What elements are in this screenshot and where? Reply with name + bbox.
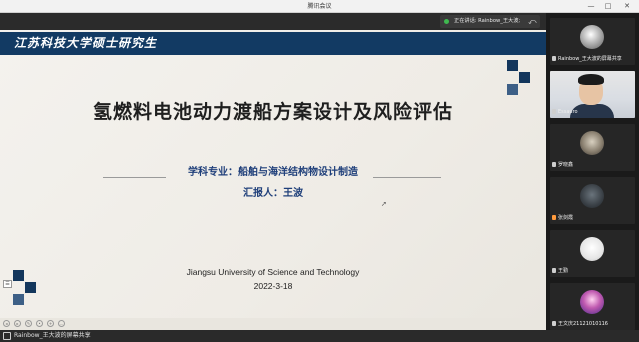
participant-name-text: Rainbow_王大波的屏幕共享 <box>558 56 622 62</box>
avatar <box>580 237 604 261</box>
decor-square <box>13 294 24 305</box>
decor-square <box>507 84 518 95</box>
participant-tile[interactable]: Essauro <box>550 71 635 118</box>
title-bar: 腾讯会议 — □ ✕ <box>0 0 639 13</box>
mic-muted-icon <box>552 215 556 220</box>
close-button[interactable]: ✕ <box>620 0 634 13</box>
pointer-icon[interactable]: • <box>36 320 43 327</box>
participant-name: 罗晓鑫 <box>552 161 573 169</box>
participant-name-text: 王文庆21121010116 <box>558 321 608 327</box>
mic-icon <box>552 56 556 61</box>
speaking-indicator: 正在讲话: Rainbow_王大波; <box>440 15 540 28</box>
share-status-bar: 正在讲话: Rainbow_王大波; ⤺ <box>0 13 546 30</box>
slide-university: Jiangsu University of Science and Techno… <box>186 267 360 277</box>
participant-name-text: 罗晓鑫 <box>558 162 574 168</box>
participant-name: 王勤 <box>552 267 568 275</box>
mic-icon <box>552 109 556 114</box>
participant-tile[interactable]: 王文庆21121010116 <box>550 283 635 330</box>
participant-name: Essauro <box>552 108 578 116</box>
avatar <box>580 25 604 49</box>
shared-slide: 江苏科技大学硕士研究生 氢燃料电池动力渡船方案设计及风险评估 学科专业：船舶与海… <box>0 30 546 318</box>
back-arrow-icon[interactable]: ⤺ <box>528 16 537 27</box>
slide-reporter: 汇报人：王波 <box>243 188 303 199</box>
slide-date: 2022-3-18 <box>253 281 293 291</box>
participant-name: Rainbow_王大波的屏幕共享 <box>552 55 622 63</box>
decor-square <box>25 282 36 293</box>
presenter-toolbar: ◂ ▸ ✎ • + … <box>0 318 546 330</box>
video-person-hair <box>578 74 604 85</box>
prev-slide-icon[interactable]: ◂ <box>3 320 10 327</box>
participant-tile[interactable]: Rainbow_王大波的屏幕共享 <box>550 18 635 65</box>
avatar <box>580 131 604 155</box>
participant-tile[interactable]: 张剑霞 <box>550 177 635 224</box>
slide-title: 氢燃料电池动力渡船方案设计及风险评估 <box>92 101 453 123</box>
participant-name: 张剑霞 <box>552 214 573 222</box>
more-icon[interactable]: … <box>58 320 65 327</box>
participant-tile[interactable]: 罗晓鑫 <box>550 124 635 171</box>
speaking-text: 正在讲话: Rainbow_王大波; <box>454 18 521 24</box>
participant-name-text: 张剑霞 <box>558 215 574 221</box>
decor-square <box>519 72 530 83</box>
decor-square <box>13 270 24 281</box>
participant-sidebar: Rainbow_王大波的屏幕共享 Essauro 罗晓鑫 张剑霞 王勤 王文庆2… <box>546 13 639 330</box>
meeting-window: 腾讯会议 — □ ✕ 正在讲话: Rainbow_王大波; ⤺ 江苏科技大学硕士… <box>0 0 639 342</box>
minimize-button[interactable]: — <box>584 0 598 13</box>
mic-active-icon <box>444 19 449 24</box>
participant-tile[interactable]: 王勤 <box>550 230 635 277</box>
screen-share-icon <box>3 332 11 340</box>
participant-name: 王文庆21121010116 <box>552 320 608 328</box>
zoom-icon[interactable]: + <box>47 320 54 327</box>
mic-icon <box>552 268 556 273</box>
share-label: Rainbow_王大波的屏幕共享 <box>14 332 91 339</box>
mouse-cursor-icon: ➚ <box>381 200 387 208</box>
participant-name-text: Essauro <box>558 109 578 115</box>
participant-name-text: 王勤 <box>558 268 569 274</box>
avatar <box>580 290 604 314</box>
slide-list-icon[interactable]: ☰ <box>3 280 12 288</box>
decor-square <box>507 60 518 71</box>
window-title: 腾讯会议 <box>307 3 332 10</box>
mic-icon <box>552 162 556 167</box>
slide-header-text: 江苏科技大学硕士研究生 <box>14 36 158 50</box>
maximize-button[interactable]: □ <box>601 0 615 13</box>
slide-major: 学科专业：船舶与海洋结构物设计制造 <box>188 167 358 178</box>
next-slide-icon[interactable]: ▸ <box>14 320 21 327</box>
avatar <box>580 184 604 208</box>
pen-icon[interactable]: ✎ <box>25 320 32 327</box>
bottom-bar: Rainbow_王大波的屏幕共享 <box>0 330 639 342</box>
mic-icon <box>552 321 556 326</box>
